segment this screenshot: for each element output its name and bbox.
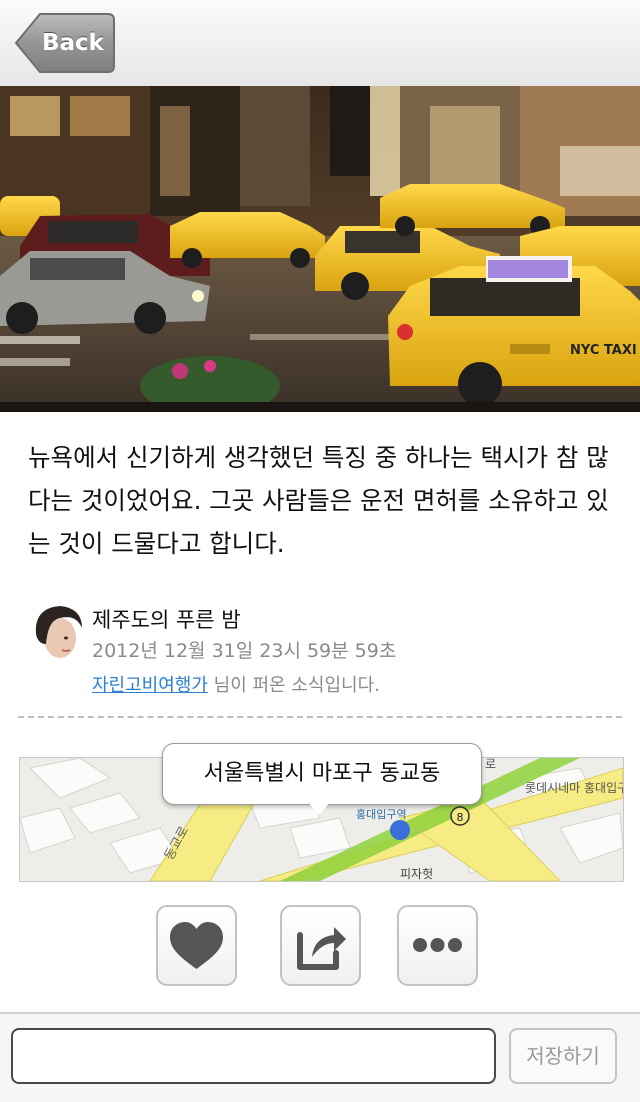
post-photo: NYC TAXI — [0, 86, 640, 412]
share-icon — [297, 927, 346, 970]
shared-note: 자린고비여행가 님이 퍼온 소식입니다. — [92, 671, 380, 697]
station-label: 홍대입구역 — [356, 807, 407, 821]
author-avatar[interactable] — [30, 604, 86, 660]
place-label: 피자헛 — [400, 867, 433, 881]
more-button[interactable] — [397, 905, 478, 986]
save-button[interactable]: 저장하기 — [509, 1028, 617, 1084]
post-body-text: 뉴욕에서 신기하게 생각했던 특징 중 하나는 택시가 참 많다는 것이었어요.… — [28, 443, 609, 558]
location-callout-tail — [307, 801, 331, 815]
share-button[interactable] — [280, 905, 361, 986]
back-button[interactable]: Back — [14, 12, 115, 74]
navigation-bar: Back — [0, 0, 640, 87]
comment-input[interactable] — [11, 1028, 496, 1084]
section-divider — [18, 716, 622, 718]
top-right-road-label: 로 — [485, 758, 496, 771]
taxi-sign: NYC TAXI — [570, 343, 637, 358]
cinema-label: 롯데시네마 홍대입구 — [525, 781, 623, 795]
shared-note-suffix: 님이 퍼온 소식입니다. — [207, 675, 380, 696]
back-button-label: Back — [42, 30, 104, 56]
heart-icon — [170, 922, 223, 969]
more-icon — [413, 938, 462, 952]
author-name[interactable]: 제주도의 푸른 밤 — [92, 604, 241, 634]
line-number-label: 8 — [457, 811, 464, 824]
like-button[interactable] — [156, 905, 237, 986]
location-callout[interactable]: 서울특별시 마포구 동교동 — [162, 743, 482, 805]
shared-by-link[interactable]: 자린고비여행가 — [92, 675, 208, 696]
post-date: 2012년 12월 31일 23시 59분 59초 — [92, 640, 397, 662]
